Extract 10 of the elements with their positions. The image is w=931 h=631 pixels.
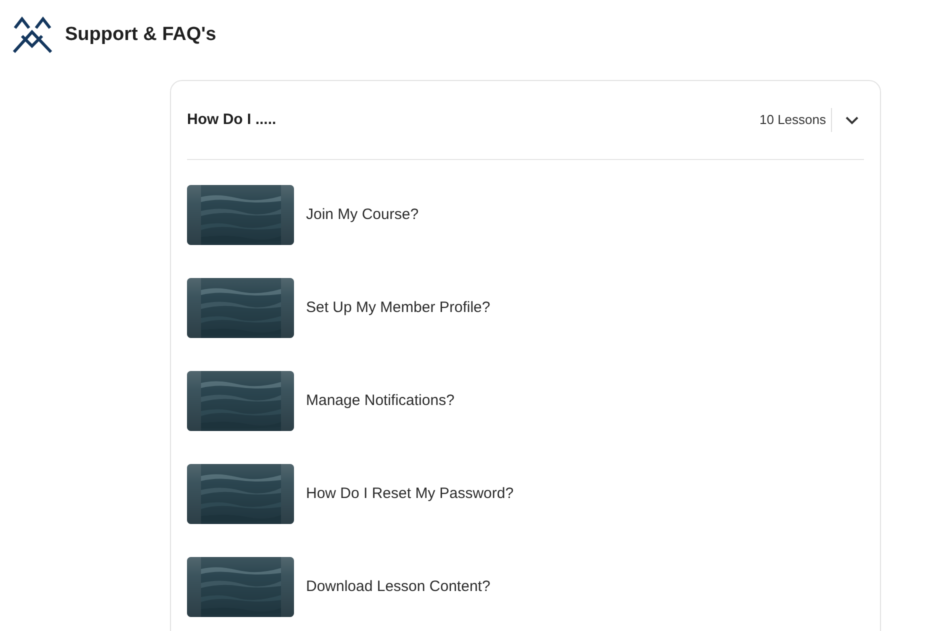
lesson-item[interactable]: Join My Course? [187,185,864,245]
logo-icon [12,16,53,54]
section-title: How Do I ..... [187,110,276,130]
lesson-item[interactable]: How Do I Reset My Password? [187,464,864,524]
lesson-item[interactable]: Download Lesson Content? [187,557,864,617]
lesson-item[interactable]: Set Up My Member Profile? [187,278,864,338]
lesson-item[interactable]: Manage Notifications? [187,371,864,431]
chevron-icon [845,116,859,124]
lesson-count: 10 Lessons [760,108,832,132]
page-title: Support & FAQ's [65,22,216,47]
